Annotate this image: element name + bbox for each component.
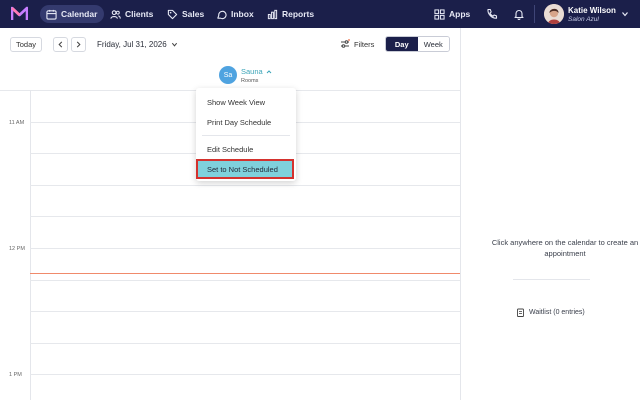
time-label: 1 PM (9, 372, 22, 378)
nav-reports-label: Reports (282, 9, 315, 19)
apps-grid-icon (434, 8, 445, 20)
chevron-left-icon (58, 41, 63, 48)
nav-sales[interactable]: Sales (161, 5, 211, 23)
resource-name: Sauna (241, 67, 263, 76)
current-time-indicator (30, 273, 460, 274)
tag-icon (167, 9, 178, 19)
menu-edit-schedule[interactable]: Edit Schedule (207, 145, 253, 154)
nav-clients[interactable]: Clients (104, 5, 160, 23)
resource-avatar[interactable]: Sa (219, 66, 237, 84)
clipboard-icon (517, 308, 524, 317)
grid-line (30, 216, 460, 217)
logo-icon[interactable] (11, 6, 28, 21)
resource-subtitle: Rooms (241, 78, 259, 84)
nav-sales-label: Sales (182, 9, 205, 19)
chevron-down-icon (171, 42, 177, 47)
prev-day-button[interactable] (53, 37, 68, 52)
today-button[interactable]: Today (10, 37, 42, 52)
side-panel-rule (513, 279, 590, 280)
view-day-button[interactable]: Day (386, 37, 418, 51)
nav-reports[interactable]: Reports (261, 5, 321, 23)
grid-line (30, 280, 460, 281)
view-toggle: Day Week (385, 36, 450, 52)
avatar[interactable] (544, 4, 564, 24)
filters-button[interactable]: Filters (340, 39, 374, 49)
grid-line (30, 374, 460, 375)
grid-line (30, 311, 460, 312)
waitlist-label: Waitlist (0 entries) (529, 309, 585, 316)
empty-state-message: Click anywhere on the calendar to create… (491, 238, 639, 258)
chevron-up-icon (266, 69, 272, 73)
menu-divider (202, 135, 290, 136)
phone-icon[interactable] (486, 8, 498, 20)
nav-clients-label: Clients (125, 9, 154, 19)
user-name: Katie Wilson (568, 6, 616, 15)
filters-label: Filters (354, 39, 375, 49)
top-nav: Calendar Clients Sales Inbox Reports App… (0, 0, 640, 28)
nav-inbox[interactable]: Inbox (210, 5, 261, 23)
side-panel-divider (460, 28, 461, 400)
time-gutter-divider (30, 90, 31, 400)
nav-apps-label: Apps (449, 9, 471, 19)
nav-apps[interactable]: Apps (434, 5, 470, 23)
filter-sliders-icon (341, 39, 350, 48)
view-week-button[interactable]: Week (417, 37, 449, 51)
calendar-icon (46, 9, 57, 20)
time-label: 12 PM (9, 246, 25, 252)
avatar-photo-icon (544, 4, 564, 24)
grid-line (30, 185, 460, 186)
menu-show-week-view[interactable]: Show Week View (207, 98, 265, 107)
chevron-right-icon (76, 41, 81, 48)
inbox-icon (217, 10, 227, 19)
clients-icon (110, 9, 121, 19)
nav-calendar[interactable]: Calendar (40, 5, 105, 23)
date-picker[interactable]: Friday, Jul 31, 2026 (97, 40, 178, 49)
grid-line (30, 343, 460, 344)
bell-icon[interactable] (513, 8, 525, 20)
user-salon: Salon Azul (568, 16, 599, 23)
menu-print-day-schedule[interactable]: Print Day Schedule (207, 118, 271, 127)
date-label: Friday, Jul 31, 2026 (97, 40, 167, 49)
grid-line (30, 248, 460, 249)
next-day-button[interactable] (71, 37, 86, 52)
resource-name-button[interactable]: Sauna (241, 67, 272, 76)
chevron-down-icon[interactable] (621, 10, 629, 18)
bar-chart-icon (267, 9, 278, 19)
waitlist-link[interactable]: Waitlist (0 entries) (516, 308, 585, 317)
resource-context-menu: Show Week View Print Day Schedule Edit S… (196, 88, 296, 181)
menu-set-not-scheduled-label: Set to Not Scheduled (207, 165, 278, 174)
nav-calendar-label: Calendar (61, 9, 98, 19)
time-label: 11 AM (9, 120, 25, 126)
nav-divider (534, 5, 535, 23)
menu-set-not-scheduled[interactable]: Set to Not Scheduled (196, 159, 294, 179)
nav-inbox-label: Inbox (231, 9, 254, 19)
